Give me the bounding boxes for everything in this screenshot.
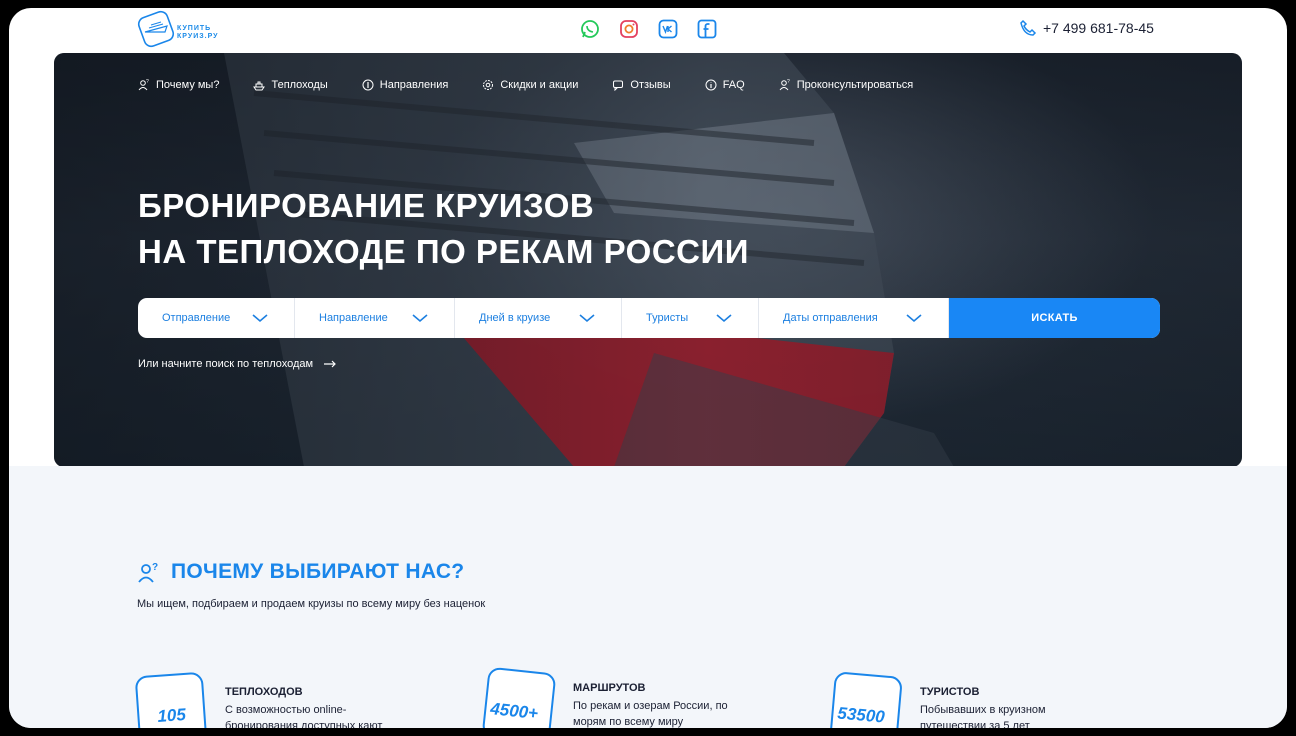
- hero-title-line1: БРОНИРОВАНИЕ КРУИЗОВ: [138, 187, 595, 224]
- main-nav: ? Почему мы? Теплоходы Направления Скидк…: [138, 79, 913, 91]
- person-question-icon: ?: [138, 562, 158, 583]
- nav-item-label: FAQ: [722, 79, 745, 91]
- chevron-down-icon: [412, 314, 428, 323]
- why-subtitle: Мы ищем, подбираем и продаем круизы по в…: [137, 598, 486, 610]
- nav-item-consult[interactable]: ? Проконсультироваться: [779, 79, 914, 91]
- page: КУПИТЬ КРУИЗ.РУ +7 499 681-78-45 ? Почем…: [9, 8, 1287, 728]
- stat-desc: Побывавших в круизном путешествии за 5 л…: [920, 704, 1046, 728]
- nav-item-destinations[interactable]: Направления: [362, 79, 449, 91]
- stat-routes: 4500+ МАРШРУТОВ По рекам и озерам России…: [481, 662, 785, 728]
- chevron-down-icon: [906, 314, 922, 323]
- search-form: Отправление Направление Дней в круизе Ту…: [138, 298, 1160, 338]
- chat-icon: [613, 80, 624, 91]
- stat-badge: 105: [134, 671, 208, 728]
- direction-select[interactable]: Направление: [295, 298, 455, 338]
- facebook-icon[interactable]: [696, 18, 718, 40]
- chevron-down-icon: [579, 314, 595, 323]
- chevron-down-icon: [716, 314, 732, 323]
- tourists-select[interactable]: Туристы: [622, 298, 759, 338]
- stat-ships: 105 ТЕПЛОХОДОВ С возможностью online-бро…: [134, 666, 437, 728]
- phone-icon: [1020, 19, 1037, 36]
- nav-item-ships[interactable]: Теплоходы: [253, 79, 328, 91]
- stat-number: 53500: [836, 703, 886, 727]
- stat-badge: 53500: [829, 671, 903, 728]
- nav-item-discounts[interactable]: Скидки и акции: [482, 79, 578, 91]
- field-label: Даты отправления: [783, 312, 878, 324]
- logo-text-line1: КУПИТЬ: [177, 25, 212, 32]
- hero-title-line2: НА ТЕПЛОХОДЕ ПО РЕКАМ РОССИИ: [138, 233, 749, 270]
- nav-item-label: Отзывы: [630, 79, 671, 91]
- field-label: Направление: [319, 312, 388, 324]
- nav-item-label: Направления: [379, 79, 449, 91]
- nav-item-why[interactable]: ? Почему мы?: [138, 79, 219, 91]
- svg-text:?: ?: [787, 79, 790, 85]
- stat-desc: По рекам и озерам России, по морям по вс…: [573, 700, 728, 728]
- social-links: [579, 18, 718, 40]
- nav-item-reviews[interactable]: Отзывы: [612, 79, 671, 91]
- stat-title: ТУРИСТОВ: [920, 686, 980, 698]
- info-icon: [705, 79, 717, 91]
- chevron-down-icon: [252, 314, 268, 323]
- nav-item-label: Теплоходы: [271, 79, 328, 91]
- instagram-icon[interactable]: [618, 18, 640, 40]
- search-by-ships-link[interactable]: Или начните поиск по теплоходам: [138, 358, 337, 370]
- svg-text:?: ?: [152, 562, 158, 573]
- person-question-icon: ?: [779, 79, 790, 91]
- search-button[interactable]: ИСКАТЬ: [949, 298, 1160, 338]
- nav-item-label: Проконсультироваться: [796, 79, 914, 91]
- logo-text-line2: КРУИЗ.РУ: [177, 33, 219, 40]
- hero-banner: ? Почему мы? Теплоходы Направления Скидк…: [54, 53, 1242, 467]
- stat-desc: С возможностью online-бронирования досту…: [225, 704, 383, 728]
- stat-number: 4500+: [489, 699, 539, 723]
- stat-badge: 4500+: [481, 666, 557, 728]
- phone-link[interactable]: +7 499 681-78-45: [1019, 19, 1154, 37]
- compass-icon: [362, 79, 374, 91]
- nav-item-label: Скидки и акции: [500, 79, 579, 91]
- why-title: ? ПОЧЕМУ ВЫБИРАЮТ НАС?: [137, 560, 464, 584]
- whatsapp-icon[interactable]: [579, 18, 601, 40]
- stat-title: ТЕПЛОХОДОВ: [225, 686, 303, 698]
- logo-text: КУПИТЬ КРУИЗ.РУ: [177, 25, 219, 41]
- ship-icon: [253, 81, 266, 91]
- stat-tourists: 53500 ТУРИСТОВ Побывавших в круизном пут…: [829, 666, 1132, 728]
- field-label: Дней в круизе: [479, 312, 551, 324]
- person-question-icon: ?: [138, 79, 149, 91]
- stat-number: 105: [156, 705, 187, 726]
- field-label: Туристы: [646, 312, 689, 324]
- arrow-right-icon: [324, 360, 336, 368]
- departure-select[interactable]: Отправление: [138, 298, 295, 338]
- stat-title: МАРШРУТОВ: [573, 682, 646, 694]
- hero-title: БРОНИРОВАНИЕ КРУИЗОВ НА ТЕПЛОХОДЕ ПО РЕК…: [138, 183, 749, 275]
- nav-item-label: Почему мы?: [156, 79, 220, 91]
- why-section: ? ПОЧЕМУ ВЫБИРАЮТ НАС? Мы ищем, подбирае…: [9, 466, 1287, 728]
- why-title-text: ПОЧЕМУ ВЫБИРАЮТ НАС?: [171, 560, 465, 583]
- phone-number: +7 499 681-78-45: [1043, 20, 1154, 36]
- field-label: Отправление: [162, 312, 231, 324]
- gear-icon: [483, 80, 494, 90]
- dates-select[interactable]: Даты отправления: [759, 298, 949, 338]
- svg-text:?: ?: [146, 79, 149, 85]
- vk-icon[interactable]: [657, 18, 679, 40]
- days-select[interactable]: Дней в круизе: [455, 298, 622, 338]
- search-by-ships-label: Или начните поиск по теплоходам: [138, 358, 314, 370]
- nav-item-faq[interactable]: FAQ: [705, 79, 745, 91]
